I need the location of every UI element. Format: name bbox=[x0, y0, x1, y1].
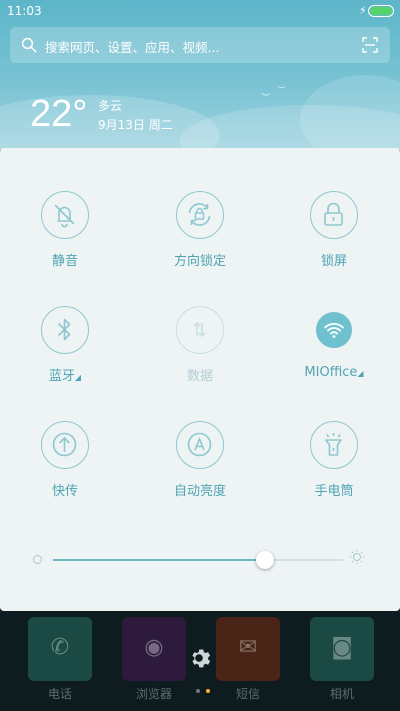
phone-icon: ✆ bbox=[50, 635, 70, 660]
status-bar: 11:03 ⚡ bbox=[0, 0, 400, 24]
dock-label-camera: 相机 bbox=[329, 687, 354, 701]
tile-wifi[interactable]: MIOffice◢ bbox=[274, 306, 394, 396]
search-placeholder: 搜索网页、设置、应用、视频... bbox=[45, 40, 220, 55]
search-bar[interactable]: 搜索网页、设置、应用、视频... bbox=[10, 27, 390, 63]
tile-label: MIOffice◢ bbox=[304, 365, 364, 380]
charging-icon: ⚡ bbox=[359, 4, 367, 17]
page-indicator bbox=[193, 678, 213, 697]
tile-label: 自动亮度 bbox=[173, 484, 226, 499]
tile-bluetooth[interactable]: 蓝牙◢ bbox=[5, 306, 125, 396]
dock-app-camera[interactable]: ◙ bbox=[310, 617, 374, 681]
browser-icon: ◉ bbox=[144, 635, 164, 660]
message-icon: ✉ bbox=[238, 635, 258, 660]
lock-icon bbox=[324, 202, 343, 226]
tile-label: 数据 bbox=[186, 369, 213, 384]
flashlight-icon bbox=[325, 433, 342, 456]
brightness-fill bbox=[53, 559, 265, 561]
camera-icon: ◙ bbox=[331, 635, 353, 660]
weather-date: 9月13日 周二 bbox=[98, 118, 173, 132]
dock-app-phone[interactable]: ✆ bbox=[28, 617, 92, 681]
bird-decoration: ︶ bbox=[278, 86, 285, 94]
brightness-track[interactable] bbox=[53, 551, 343, 569]
tile-mobile-data[interactable]: 数据 bbox=[140, 306, 260, 396]
tile-lock-screen[interactable]: 锁屏 bbox=[274, 191, 394, 281]
tile-label: 静音 bbox=[51, 254, 78, 269]
dock-app-browser[interactable]: ◉ bbox=[122, 617, 186, 681]
brightness-thumb[interactable] bbox=[256, 551, 274, 569]
upload-icon bbox=[52, 432, 77, 457]
status-time: 11:03 bbox=[7, 4, 42, 18]
menu-arrow-icon: ◢ bbox=[74, 373, 82, 382]
bell-off-icon bbox=[54, 204, 75, 228]
weather-condition: 多云 bbox=[98, 99, 123, 113]
weather-temperature[interactable]: 22° bbox=[30, 93, 87, 136]
tile-label: 方向锁定 bbox=[173, 254, 226, 269]
tile-label: 快传 bbox=[51, 484, 78, 499]
tile-label: 蓝牙◢ bbox=[48, 369, 82, 384]
auto-brightness-icon bbox=[187, 432, 212, 457]
dock-label-messages: 短信 bbox=[235, 687, 260, 701]
tile-label: 锁屏 bbox=[320, 254, 347, 269]
gear-icon[interactable] bbox=[186, 645, 212, 671]
wifi-icon bbox=[323, 322, 344, 338]
brightness-high-icon bbox=[349, 549, 365, 565]
rotation-lock-icon bbox=[188, 203, 211, 226]
dock-label-browser: 浏览器 bbox=[135, 687, 172, 701]
menu-arrow-icon: ◢ bbox=[357, 369, 364, 378]
tile-rotation-lock[interactable]: 方向锁定 bbox=[140, 191, 260, 281]
bird-decoration: ︶ bbox=[262, 93, 270, 102]
brightness-low-icon bbox=[33, 555, 42, 564]
dock-label-phone: 电话 bbox=[47, 687, 72, 701]
brightness-slider[interactable] bbox=[33, 548, 373, 572]
mobile-data-icon bbox=[193, 321, 206, 338]
tile-label: 手电筒 bbox=[314, 484, 354, 499]
tile-auto-brightness[interactable]: 自动亮度 bbox=[140, 421, 260, 511]
tile-flashlight[interactable]: 手电筒 bbox=[274, 421, 394, 511]
notification-header: 11:03 ⚡ 搜索网页、设置、应用、视频... 22° 多云 9月13日 周二… bbox=[0, 0, 400, 150]
search-icon bbox=[21, 37, 37, 53]
quick-settings-panel: 静音 方向锁定 锁屏 蓝牙◢ 数据 MIOffice◢ 快传 自动亮度 手电筒 bbox=[0, 148, 400, 611]
page-dot bbox=[196, 689, 200, 693]
page-dot-active bbox=[206, 689, 210, 693]
battery-icon bbox=[368, 5, 394, 17]
tile-mute[interactable]: 静音 bbox=[5, 191, 125, 281]
scan-icon[interactable] bbox=[362, 37, 378, 53]
home-screen: ✆ 电话 ◉ 浏览器 ✉ 短信 ◙ 相机 bbox=[0, 611, 400, 711]
dock-app-messages[interactable]: ✉ bbox=[216, 617, 280, 681]
tile-quick-transfer[interactable]: 快传 bbox=[5, 421, 125, 511]
bluetooth-icon bbox=[57, 318, 71, 341]
